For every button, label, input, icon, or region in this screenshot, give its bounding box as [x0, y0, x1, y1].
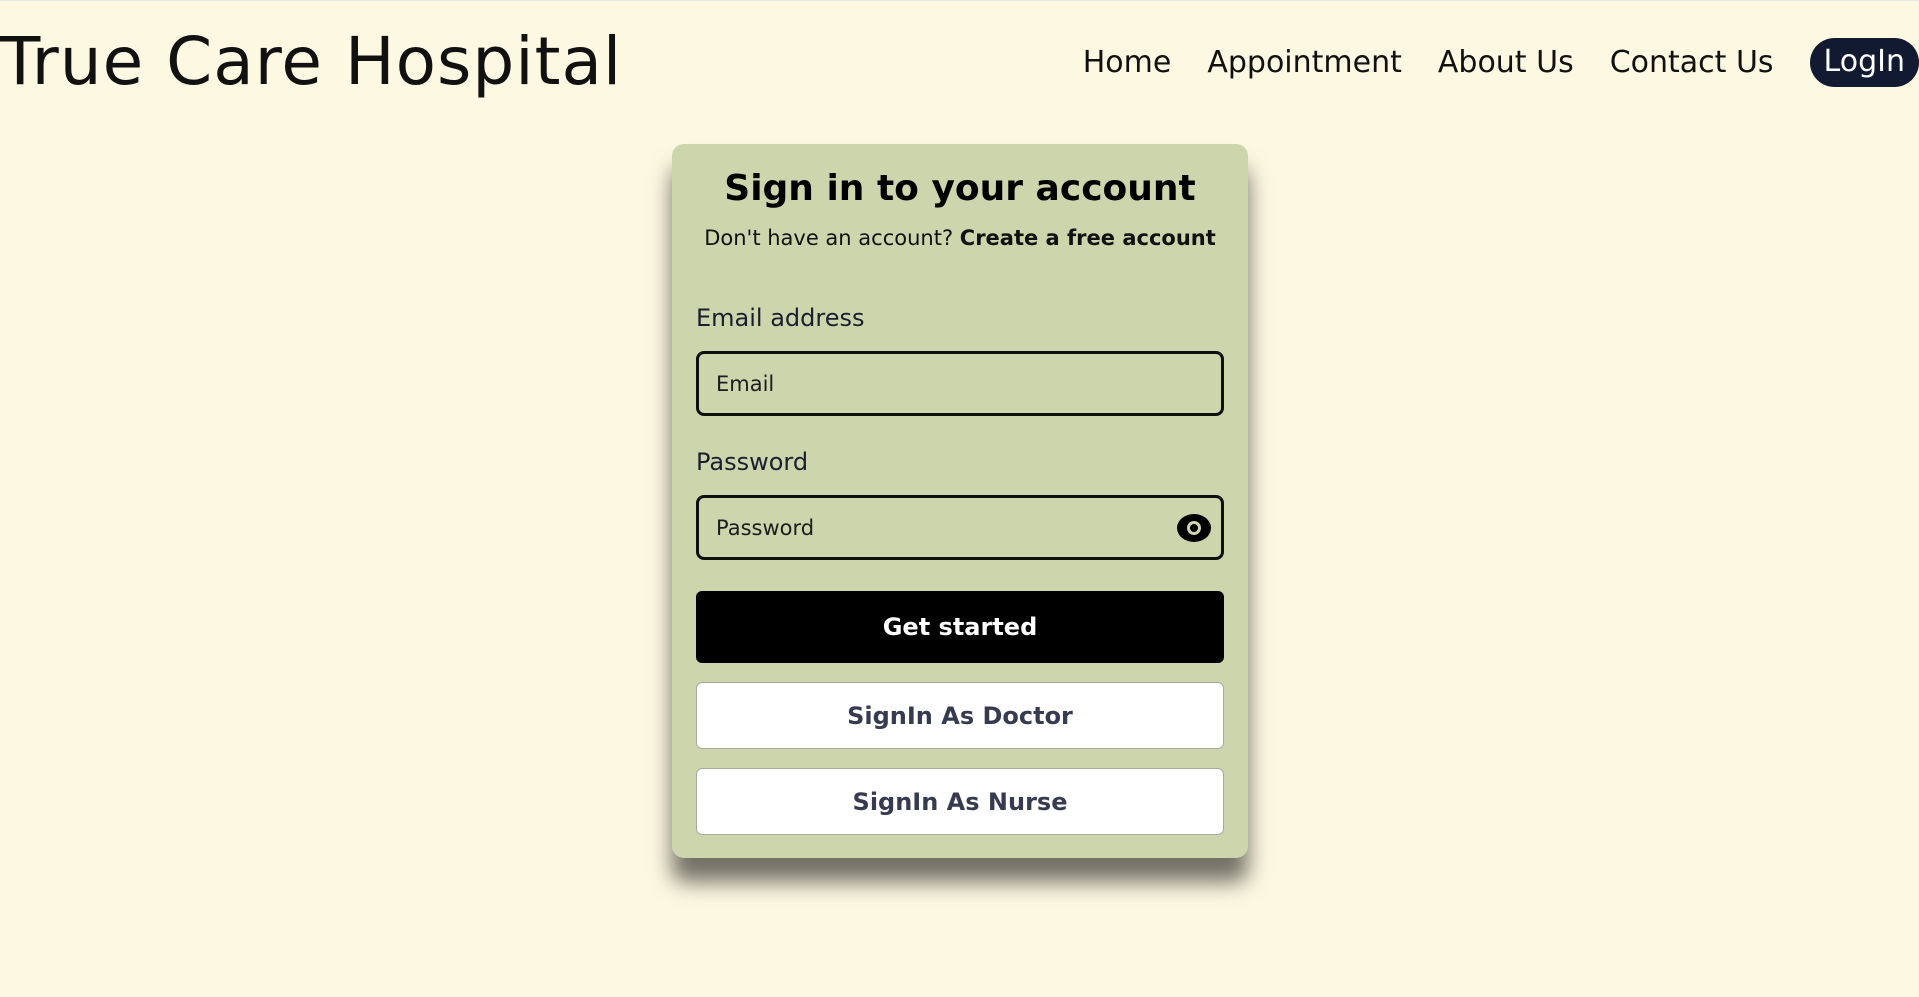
nav-contact-us[interactable]: Contact Us: [1610, 45, 1774, 80]
nav-home[interactable]: Home: [1083, 45, 1172, 80]
email-field-box: [696, 351, 1224, 416]
nav-appointment[interactable]: Appointment: [1207, 45, 1402, 80]
site-header: True Care Hospital Home Appointment Abou…: [0, 0, 1919, 120]
email-input[interactable]: [716, 354, 1156, 413]
email-label: Email address: [696, 304, 865, 332]
signup-prompt-text: Don't have an account?: [704, 226, 954, 250]
create-account-link[interactable]: Create a free account: [960, 226, 1216, 250]
eye-icon[interactable]: [1175, 512, 1213, 544]
site-brand: True Care Hospital: [0, 23, 623, 100]
eye-icon-graphic: [1177, 514, 1211, 542]
signin-title: Sign in to your account: [724, 168, 1196, 209]
password-field-box: [696, 495, 1224, 560]
nav-about-us[interactable]: About Us: [1438, 45, 1574, 80]
nav-login-button[interactable]: LogIn: [1809, 37, 1919, 87]
get-started-button[interactable]: Get started: [696, 591, 1224, 663]
main-nav: Home Appointment About Us Contact Us Log…: [1083, 35, 1919, 89]
password-label: Password: [696, 448, 809, 476]
signin-doctor-button[interactable]: SignIn As Doctor: [696, 682, 1224, 749]
signin-card: Sign in to your account Don't have an ac…: [672, 144, 1248, 858]
signin-nurse-button[interactable]: SignIn As Nurse: [696, 768, 1224, 835]
password-input[interactable]: [716, 498, 1156, 557]
signup-prompt: Don't have an account? Create a free acc…: [672, 226, 1248, 250]
